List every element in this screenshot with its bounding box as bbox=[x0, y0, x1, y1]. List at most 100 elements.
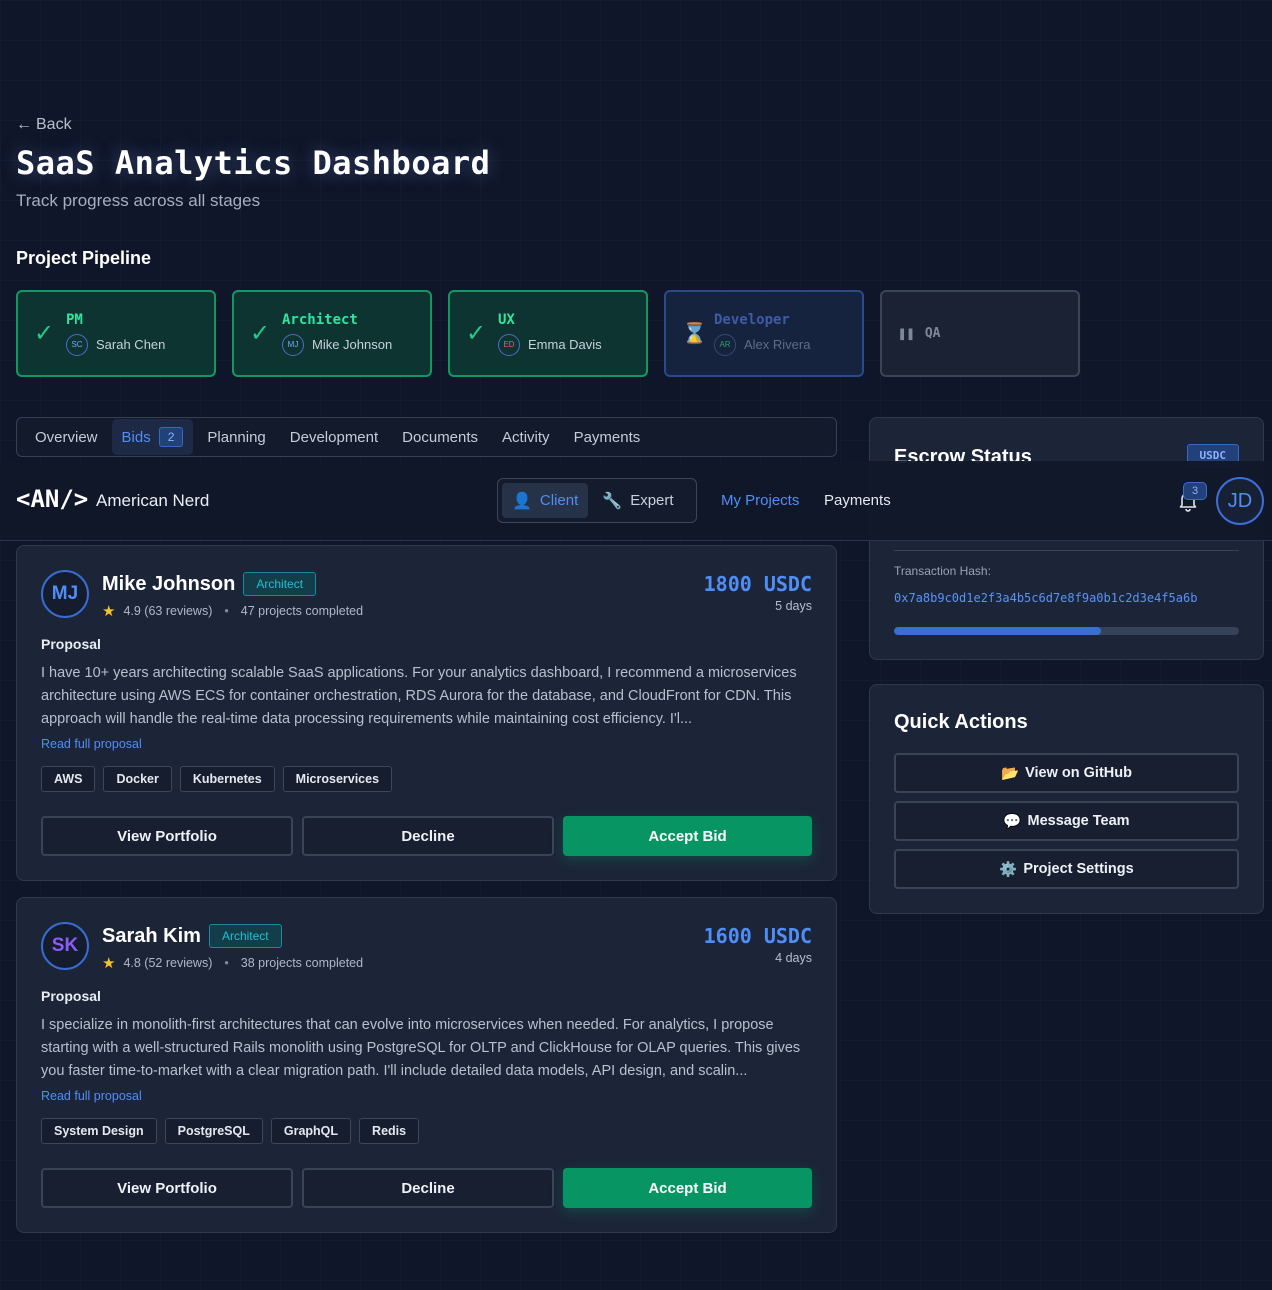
decline-button[interactable]: Decline bbox=[302, 1168, 554, 1208]
skill-tags: AWS Docker Kubernetes Microservices bbox=[41, 766, 393, 792]
tab-bids[interactable]: Bids 2 bbox=[111, 419, 194, 455]
stage-avatar: SC bbox=[66, 333, 88, 356]
escrow-progress-fill bbox=[894, 627, 1101, 635]
view-portfolio-button[interactable]: View Portfolio bbox=[41, 816, 293, 856]
pause-icon: ❚❚ bbox=[898, 325, 915, 342]
bid-duration: 4 days bbox=[775, 951, 812, 965]
quick-actions-title: Quick Actions bbox=[894, 711, 1028, 733]
back-label: Back bbox=[36, 116, 72, 133]
read-full-proposal-link[interactable]: Read full proposal bbox=[41, 1089, 142, 1103]
divider bbox=[894, 550, 1239, 551]
skill-tag: System Design bbox=[41, 1118, 157, 1144]
skill-tag: Redis bbox=[359, 1118, 420, 1144]
skill-tags: System Design PostgreSQL GraphQL Redis bbox=[41, 1118, 420, 1144]
notification-count-badge: 3 bbox=[1183, 482, 1207, 500]
check-icon: ✓ bbox=[250, 320, 271, 347]
tx-hash-link[interactable]: 0x7a8b9c0d1e2f3a4b5c6d7e8f9a0b1c2d3e4f5a… bbox=[894, 591, 1197, 605]
bid-amount: 1800 USDC bbox=[703, 572, 812, 596]
tab-label: Payments bbox=[573, 428, 641, 446]
tab-label: Activity bbox=[502, 428, 550, 446]
logo[interactable]: <AN/> bbox=[16, 485, 88, 513]
project-tabs: Overview Bids 2 Planning Development Doc… bbox=[16, 417, 837, 457]
stage-role: QA bbox=[924, 326, 941, 341]
rating: 4.8 (52 reviews) bbox=[123, 956, 213, 970]
button-label: Message Team bbox=[1027, 813, 1130, 829]
check-icon: ✓ bbox=[34, 320, 55, 347]
gear-icon: ⚙️ bbox=[999, 861, 1018, 878]
stage-avatar: MJ bbox=[282, 333, 304, 356]
role-label: Expert bbox=[630, 492, 674, 509]
read-full-proposal-link[interactable]: Read full proposal bbox=[41, 737, 142, 751]
view-on-github-button[interactable]: 📂 View on GitHub bbox=[894, 753, 1239, 793]
back-link[interactable]: ← Back bbox=[16, 116, 72, 134]
button-label: View on GitHub bbox=[1025, 765, 1132, 781]
proposal-text: I have 10+ years architecting scalable S… bbox=[41, 665, 797, 727]
tab-label: Planning bbox=[207, 428, 266, 446]
tab-planning[interactable]: Planning bbox=[197, 421, 275, 454]
hourglass-icon: ⌛ bbox=[682, 323, 707, 345]
quick-actions-card: Quick Actions 📂 View on GitHub 💬 Message… bbox=[869, 684, 1264, 914]
tx-label: Transaction Hash: bbox=[894, 564, 991, 578]
skill-tag: Docker bbox=[103, 766, 172, 792]
proposal-label: Proposal bbox=[41, 988, 101, 1004]
pipeline-title: Project Pipeline bbox=[16, 248, 152, 268]
wrench-icon: 🔧 bbox=[602, 492, 623, 510]
accept-bid-button[interactable]: Accept Bid bbox=[563, 1168, 812, 1208]
role-tag: Architect bbox=[208, 924, 282, 948]
stage-role: Architect bbox=[282, 311, 358, 328]
proposal-text: I specialize in monolith-first architect… bbox=[41, 1017, 801, 1079]
tab-development[interactable]: Development bbox=[280, 421, 388, 454]
tab-overview[interactable]: Overview bbox=[25, 421, 108, 454]
skill-tag: GraphQL bbox=[270, 1118, 352, 1144]
stage-person: Mike Johnson bbox=[312, 337, 393, 352]
star-icon: ★ bbox=[102, 603, 116, 620]
projects-completed: 38 projects completed bbox=[240, 956, 364, 970]
bid-card: MJ Mike Johnson Architect ★ 4.9 (63 revi… bbox=[16, 545, 837, 881]
tab-documents[interactable]: Documents bbox=[392, 421, 488, 454]
accept-bid-button[interactable]: Accept Bid bbox=[563, 816, 812, 856]
tab-label: Overview bbox=[35, 428, 98, 446]
stage-developer[interactable]: ⌛ Developer AR Alex Rivera bbox=[664, 290, 864, 377]
bid-amount: 1600 USDC bbox=[703, 924, 812, 948]
star-icon: ★ bbox=[102, 955, 116, 972]
stage-architect[interactable]: ✓ Architect MJ Mike Johnson bbox=[232, 290, 432, 377]
bid-card: SK Sarah Kim Architect ★ 4.8 (52 reviews… bbox=[16, 897, 837, 1233]
separator-dot: • bbox=[224, 604, 229, 618]
client-role-button[interactable]: 👤 Client bbox=[502, 483, 589, 518]
folder-icon: 📂 bbox=[1001, 765, 1020, 782]
user-avatar[interactable]: JD bbox=[1216, 477, 1264, 525]
project-settings-button[interactable]: ⚙️ Project Settings bbox=[894, 849, 1239, 889]
view-portfolio-button[interactable]: View Portfolio bbox=[41, 1168, 293, 1208]
rating: 4.9 (63 reviews) bbox=[123, 604, 213, 618]
role-switcher: 👤 Client 🔧 Expert bbox=[497, 478, 697, 523]
decline-button[interactable]: Decline bbox=[302, 816, 554, 856]
tab-label: Bids bbox=[121, 428, 151, 446]
stage-role: UX bbox=[498, 311, 515, 328]
stage-ux[interactable]: ✓ UX ED Emma Davis bbox=[448, 290, 648, 377]
bidder-name[interactable]: Mike Johnson bbox=[102, 573, 235, 596]
tab-activity[interactable]: Activity bbox=[492, 421, 560, 454]
stage-avatar: AR bbox=[714, 333, 736, 356]
speech-bubble-icon: 💬 bbox=[1003, 813, 1022, 830]
nav-payments[interactable]: Payments bbox=[824, 492, 891, 509]
stage-person: Alex Rivera bbox=[744, 337, 811, 352]
message-team-button[interactable]: 💬 Message Team bbox=[894, 801, 1239, 841]
skill-tag: Microservices bbox=[282, 766, 393, 792]
expert-role-button[interactable]: 🔧 Expert bbox=[592, 483, 683, 518]
avatar: SK bbox=[41, 922, 89, 970]
avatar: MJ bbox=[41, 570, 89, 618]
brand-name[interactable]: American Nerd bbox=[96, 491, 209, 511]
projects-completed: 47 projects completed bbox=[240, 604, 364, 618]
bidder-name[interactable]: Sarah Kim bbox=[102, 925, 201, 948]
tab-label: Documents bbox=[402, 428, 479, 446]
stage-person: Emma Davis bbox=[528, 337, 602, 352]
role-tag: Architect bbox=[243, 572, 317, 596]
stage-pm[interactable]: ✓ PM SC Sarah Chen bbox=[16, 290, 216, 377]
button-label: Project Settings bbox=[1023, 861, 1134, 877]
stage-qa[interactable]: ❚❚ QA bbox=[880, 290, 1080, 377]
tab-payments[interactable]: Payments bbox=[564, 421, 651, 454]
nav-my-projects[interactable]: My Projects bbox=[721, 492, 799, 509]
bids-count-badge: 2 bbox=[158, 427, 184, 447]
stage-role: Developer bbox=[714, 311, 790, 328]
skill-tag: Kubernetes bbox=[179, 766, 275, 792]
